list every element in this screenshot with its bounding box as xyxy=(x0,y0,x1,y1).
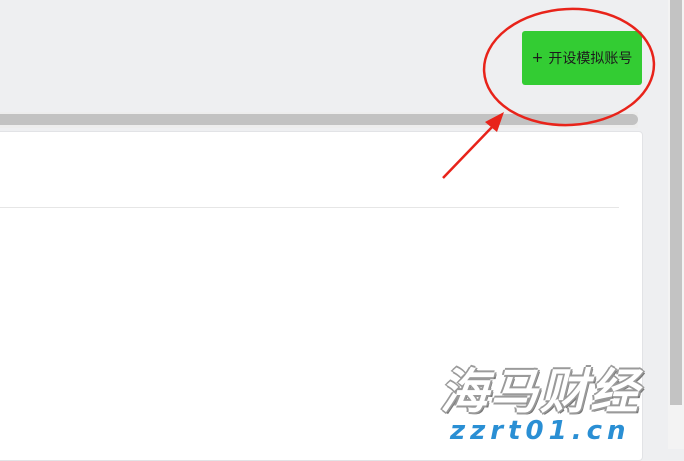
open-demo-account-label: 开设模拟账号 xyxy=(548,51,633,67)
watermark-logo: 海马财经 xyxy=(440,364,641,420)
horizontal-scrollbar-thumb[interactable] xyxy=(0,114,638,125)
plus-icon: + xyxy=(531,50,544,66)
panel-divider xyxy=(0,207,619,208)
vertical-scrollbar-thumb[interactable] xyxy=(670,0,682,405)
watermark-url: zzrt01.cn xyxy=(450,416,631,446)
open-demo-account-button[interactable]: + 开设模拟账号 xyxy=(522,31,642,85)
page-header: + 开设模拟账号 xyxy=(0,0,668,110)
horizontal-scrollbar[interactable] xyxy=(0,112,638,128)
